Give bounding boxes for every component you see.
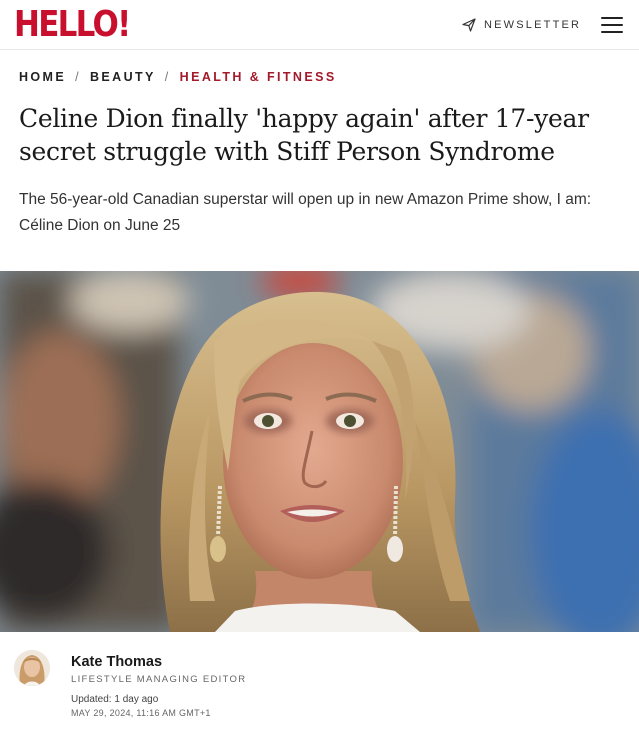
hello-logo[interactable]: HELLO! xyxy=(14,6,131,44)
author-byline: Kate Thomas LIFESTYLE MANAGING EDITOR Up… xyxy=(0,632,639,732)
breadcrumb-health-fitness[interactable]: HEALTH & FITNESS xyxy=(180,70,337,84)
breadcrumb-beauty[interactable]: BEAUTY xyxy=(90,70,156,84)
article-headline: Celine Dion finally 'happy again' after … xyxy=(19,104,589,166)
breadcrumb-separator: / xyxy=(164,70,171,84)
publish-date: MAY 29, 2024, 11:16 AM GMT+1 xyxy=(71,708,211,718)
breadcrumb: HOME / BEAUTY / HEALTH & FITNESS xyxy=(19,70,337,84)
author-role: LIFESTYLE MANAGING EDITOR xyxy=(71,674,247,685)
send-icon xyxy=(462,18,476,32)
newsletter-button[interactable]: NEWSLETTER xyxy=(462,15,581,35)
breadcrumb-separator: / xyxy=(75,70,81,84)
newsletter-label: NEWSLETTER xyxy=(484,19,582,31)
updated-label: Updated: 1 day ago xyxy=(71,694,159,705)
breadcrumb-home[interactable]: HOME xyxy=(19,70,66,84)
menu-icon[interactable] xyxy=(601,16,623,34)
article-standfirst: The 56-year-old Canadian superstar will … xyxy=(19,191,592,234)
author-name[interactable]: Kate Thomas xyxy=(71,654,162,670)
hero-image xyxy=(0,271,639,632)
site-header: HELLO! NEWSLETTER xyxy=(0,0,639,50)
author-avatar[interactable] xyxy=(14,650,50,686)
